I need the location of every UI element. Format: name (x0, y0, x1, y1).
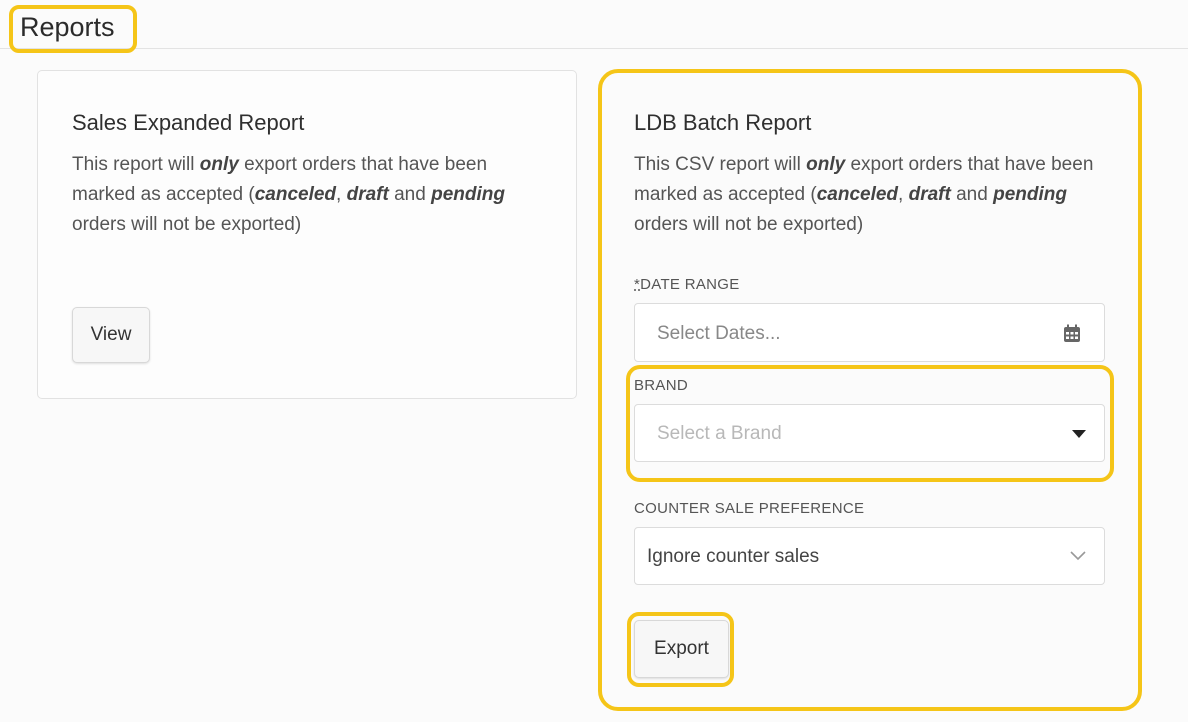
counter-sale-select[interactable]: Ignore counter sales (634, 527, 1105, 585)
view-button[interactable]: View (72, 307, 150, 363)
brand-label: BRAND (634, 377, 689, 394)
calendar-icon[interactable] (1063, 324, 1081, 343)
ldb-report-description: This CSV report will only export orders … (634, 154, 1094, 235)
date-range-placeholder: Select Dates... (657, 323, 781, 344)
counter-sale-label: COUNTER SALE PREFERENCE (634, 500, 865, 517)
ldb-report-title: LDB Batch Report (634, 110, 812, 135)
highlight-title (9, 5, 137, 53)
brand-placeholder: Select a Brand (657, 423, 782, 444)
export-button[interactable]: Export (634, 620, 729, 678)
chevron-down-icon[interactable] (1070, 551, 1086, 561)
reports-page: Reports Sales Expanded Report This repor… (0, 0, 1188, 722)
brand-select[interactable]: Select a Brand (634, 404, 1105, 462)
counter-sale-value: Ignore counter sales (647, 546, 820, 567)
date-range-input[interactable]: Select Dates... (634, 303, 1105, 362)
sales-report-title: Sales Expanded Report (72, 110, 305, 135)
caret-down-icon[interactable] (1072, 430, 1086, 438)
date-range-label: *DATE RANGE (634, 276, 740, 293)
page-header: Reports (0, 0, 1188, 49)
sales-report-description: This report will only export orders that… (72, 154, 505, 235)
